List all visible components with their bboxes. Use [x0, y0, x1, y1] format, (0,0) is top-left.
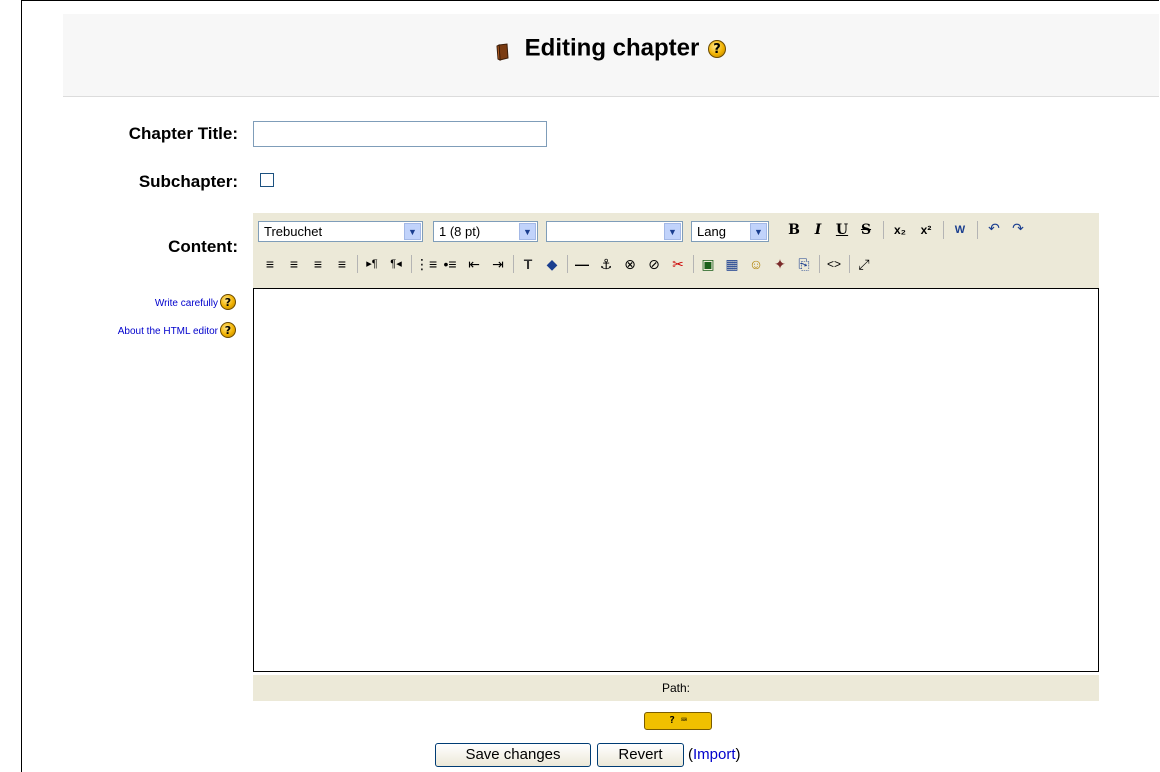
chevron-down-icon: ▼	[404, 223, 421, 240]
toolbar-separator	[819, 255, 820, 273]
rtl-button[interactable]: ¶◂	[385, 253, 407, 275]
ordered-list-button[interactable]: ⋮≡	[415, 253, 437, 275]
chapter-title-label: Chapter Title:	[128, 124, 238, 143]
align-center-button[interactable]: ≡	[283, 253, 305, 275]
help-icon[interactable]: ?	[220, 294, 236, 310]
underline-button[interactable]: U	[831, 219, 853, 241]
link-button[interactable]: ⊗	[619, 253, 641, 275]
redo-button[interactable]: ↷	[1007, 217, 1029, 239]
lang-select-value: Lang	[697, 224, 726, 239]
size-select[interactable]: 1 (8 pt) ▼	[433, 221, 538, 242]
nolink-button[interactable]: ✂	[667, 253, 689, 275]
page-title-wrap: Editing chapter ?	[63, 34, 1159, 63]
undo-button[interactable]: ↶	[983, 217, 1005, 239]
search-replace-button[interactable]: ⎘	[793, 253, 815, 275]
chapter-title-input[interactable]	[253, 121, 547, 147]
font-select-value: Trebuchet	[264, 224, 323, 239]
toolbar-separator	[567, 255, 568, 273]
chevron-down-icon: ▼	[750, 223, 767, 240]
html-mode-button[interactable]: <>	[823, 253, 845, 275]
size-select-value: 1 (8 pt)	[439, 224, 481, 239]
content-label: Content:	[168, 237, 238, 256]
help-icon[interactable]: ?	[220, 322, 236, 338]
import-link-wrap: (Import)	[688, 746, 741, 763]
fullscreen-button[interactable]: ⤢	[853, 253, 875, 275]
chevron-down-icon: ▼	[664, 223, 681, 240]
toolbar-separator	[411, 255, 412, 273]
subchapter-label: Subchapter:	[138, 172, 238, 191]
page-title: Editing chapter	[524, 34, 700, 62]
toolbar-separator	[883, 221, 884, 239]
text-color-button[interactable]: T	[517, 253, 539, 275]
save-changes-button[interactable]: Save changes	[435, 743, 591, 767]
toolbar-separator	[513, 255, 514, 273]
toolbar-separator	[977, 221, 978, 239]
justify-button[interactable]: ≡	[331, 253, 353, 275]
insert-table-button[interactable]: ▦	[721, 253, 743, 275]
strikethrough-button[interactable]: S	[855, 219, 877, 241]
toolbar-separator	[357, 255, 358, 273]
outdent-button[interactable]: ⇤	[463, 253, 485, 275]
horizontal-rule-button[interactable]: —	[571, 253, 593, 275]
special-char-button[interactable]: ✦	[769, 253, 791, 275]
insert-image-button[interactable]: ▣	[697, 253, 719, 275]
subscript-button[interactable]: x₂	[889, 219, 911, 241]
italic-button[interactable]: I	[807, 219, 829, 241]
chevron-down-icon: ▼	[519, 223, 536, 240]
toolbar-separator	[849, 255, 850, 273]
help-link-write-carefully[interactable]: Write carefully	[90, 298, 218, 309]
lang-select[interactable]: Lang ▼	[691, 221, 769, 242]
import-close-paren: )	[735, 746, 741, 763]
subchapter-checkbox[interactable]	[260, 173, 274, 187]
editor-path-bar: Path:	[253, 674, 1099, 701]
unlink-button[interactable]: ⊘	[643, 253, 665, 275]
style-select[interactable]: ▼	[546, 221, 683, 242]
unordered-list-button[interactable]: •≡	[439, 253, 461, 275]
page-header: Editing chapter ?	[63, 14, 1159, 97]
bold-button[interactable]: B	[783, 219, 805, 241]
anchor-button[interactable]: ⚓	[595, 253, 617, 275]
align-left-button[interactable]: ≡	[259, 253, 281, 275]
book-icon	[496, 40, 510, 61]
indent-button[interactable]: ⇥	[487, 253, 509, 275]
keyboard-help-icon[interactable]: ? ⌨	[644, 712, 712, 730]
ltr-button[interactable]: ▸¶	[361, 253, 383, 275]
smiley-button[interactable]: ☺	[745, 253, 767, 275]
import-link[interactable]: Import	[693, 746, 736, 763]
toolbar-separator	[943, 221, 944, 239]
help-link-html-editor[interactable]: About the HTML editor	[60, 326, 218, 337]
help-icon[interactable]: ?	[708, 39, 727, 58]
font-select[interactable]: Trebuchet ▼	[258, 221, 423, 242]
superscript-button[interactable]: x²	[915, 219, 937, 241]
revert-button[interactable]: Revert	[597, 743, 684, 767]
content-editor[interactable]	[253, 288, 1099, 672]
editor-toolbar: Trebuchet ▼ 1 (8 pt) ▼ ▼ Lang ▼ B I U S …	[253, 212, 1099, 289]
align-right-button[interactable]: ≡	[307, 253, 329, 275]
clean-word-button[interactable]: W	[949, 219, 971, 241]
toolbar-separator	[693, 255, 694, 273]
bg-color-button[interactable]: ◆	[541, 253, 563, 275]
